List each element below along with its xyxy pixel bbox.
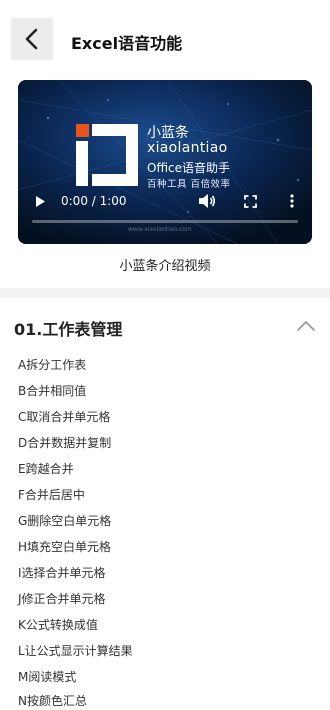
feature-item[interactable]: L让公式显示计算结果: [18, 642, 133, 659]
more-vertical-icon: [290, 194, 294, 208]
feature-item[interactable]: B合并相同值: [18, 382, 86, 399]
play-icon: [35, 195, 45, 207]
chevron-up-icon: [297, 321, 315, 331]
feature-item[interactable]: A拆分工作表: [18, 356, 86, 373]
header: Excel语音功能: [0, 0, 330, 80]
feature-item[interactable]: M阅读模式: [18, 668, 76, 685]
volume-button[interactable]: [196, 192, 218, 210]
back-button[interactable]: [11, 18, 53, 60]
feature-item[interactable]: D合并数据并复制: [18, 434, 111, 451]
feature-item[interactable]: J修正合并单元格: [18, 590, 106, 607]
feature-item[interactable]: H填充空白单元格: [18, 538, 111, 555]
page-title: Excel语音功能: [71, 34, 183, 53]
chevron-left-icon: [25, 28, 38, 50]
feature-item[interactable]: E跨越合并: [18, 460, 74, 477]
brand-slogan: 百种工具 百倍效率: [147, 179, 231, 190]
video-progress-bar[interactable]: [32, 220, 298, 223]
brand-tagline: Office语音助手: [147, 161, 231, 175]
time-display: 0:00 / 1:00: [61, 194, 127, 208]
volume-icon: [199, 194, 216, 208]
video-caption: 小蓝条介绍视频: [119, 259, 211, 274]
feature-item[interactable]: K公式转换成值: [18, 616, 98, 633]
section-title: 01.工作表管理: [14, 320, 123, 339]
fullscreen-icon: [243, 194, 257, 208]
intro-video-player[interactable]: 小蓝条 xiaolantiao Office语音助手 百种工具 百倍效率 0:0…: [18, 80, 312, 244]
collapse-button[interactable]: [296, 318, 316, 332]
play-button[interactable]: [32, 192, 48, 210]
feature-item[interactable]: F合并后居中: [18, 486, 85, 503]
feature-item[interactable]: C取消合并单元格: [18, 408, 110, 425]
section-divider: [0, 288, 330, 298]
more-options-button[interactable]: [284, 192, 300, 210]
feature-item[interactable]: I选择合并单元格: [18, 564, 106, 581]
video-watermark: www.xiaolantiao.com: [128, 226, 192, 233]
brand-name-en: xiaolantiao: [147, 140, 228, 156]
xiaolantiao-logo: [76, 124, 138, 186]
feature-item[interactable]: N按颜色汇总: [18, 692, 87, 709]
fullscreen-button[interactable]: [240, 192, 260, 210]
brand-name-cn: 小蓝条: [147, 125, 189, 141]
feature-item[interactable]: G删除空白单元格: [18, 512, 111, 529]
